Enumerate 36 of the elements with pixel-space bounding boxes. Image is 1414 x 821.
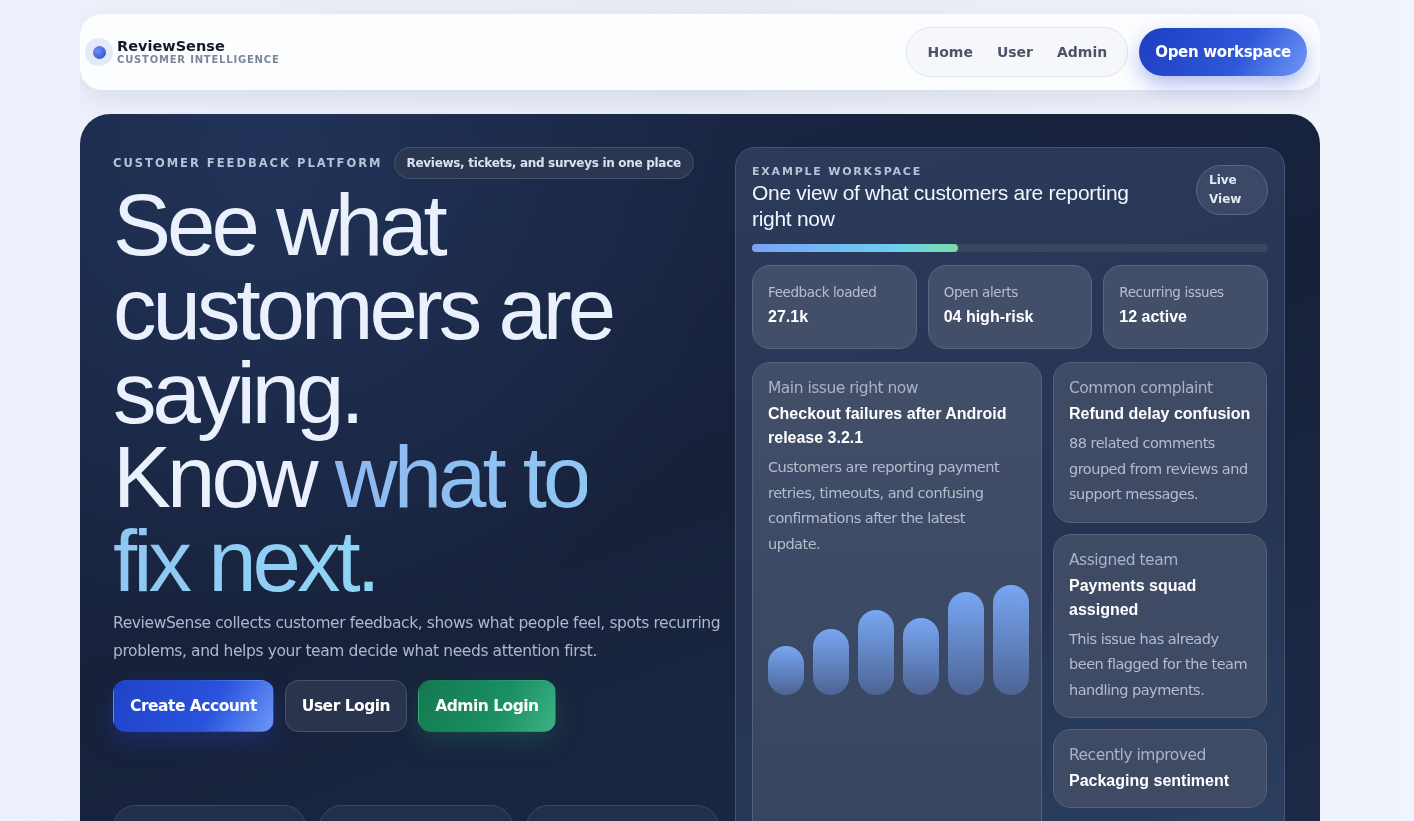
nav-link[interactable]: User [984,44,1045,60]
logo-icon [85,38,113,66]
stat-value: 27.1k [768,308,810,326]
card-title: Checkout failures after Android release 3.2.1 [768,404,1008,448]
card-label: Assigned team [1069,550,1179,569]
card-label: Main issue right now [768,379,919,397]
chart-bar [813,629,849,695]
chart-bar [768,646,804,695]
hero-button[interactable]: User Login [284,680,408,732]
open-workspace-button[interactable]: Open workspace [1139,28,1307,76]
stat-label: Recurring issues [1119,284,1225,300]
hero-headline: See what customers are saying. Know what to fix next. [113,183,614,603]
nav-link[interactable]: Admin [1045,44,1120,60]
workspace-eyebrow: EXAMPLE WORKSPACE [752,165,924,178]
card-text: 88 related comments grouped from reviews and support messages. [1069,434,1249,504]
stat-value: 04 high-risk [943,308,1035,326]
hero-button[interactable]: Admin Login [418,680,556,732]
brand-name: ReviewSense [117,38,226,54]
eyebrow-label: CUSTOMER FEEDBACK PLATFORM [113,156,383,170]
stat-value: 12 active [1119,308,1188,326]
card-label: Recently improved [1069,746,1207,764]
card-title: Refund delay confusion [1069,404,1251,424]
nav-link[interactable]: Home [915,44,985,60]
workspace-title: One view of what customers are reporting right now [752,180,1130,232]
card-text: Customers are reporting payment retries, timeouts, and confusing confirmations after the latest update. [768,458,1001,554]
card-text: This issue has already been flagged for the team handling payments. [1069,629,1249,700]
brand-tagline: CUSTOMER INTELLIGENCE [117,54,280,66]
live-view-badge: Live View [1196,165,1268,215]
card-title: Packaging sentiment [1069,771,1231,791]
hero-description: ReviewSense collects customer feedback, shows what people feel, spots recurring problems, and helps your team decide what needs attention first. [113,613,722,662]
tagline-pill: Reviews, tickets, and surveys in one place [393,147,694,179]
card-title: Payments squad assigned [1069,575,1198,620]
stat-label: Feedback loaded [768,284,878,300]
stat-label: Open alerts [943,284,1019,300]
hero-button[interactable]: Create Account [113,680,274,732]
card-label: Common complaint [1069,379,1214,397]
